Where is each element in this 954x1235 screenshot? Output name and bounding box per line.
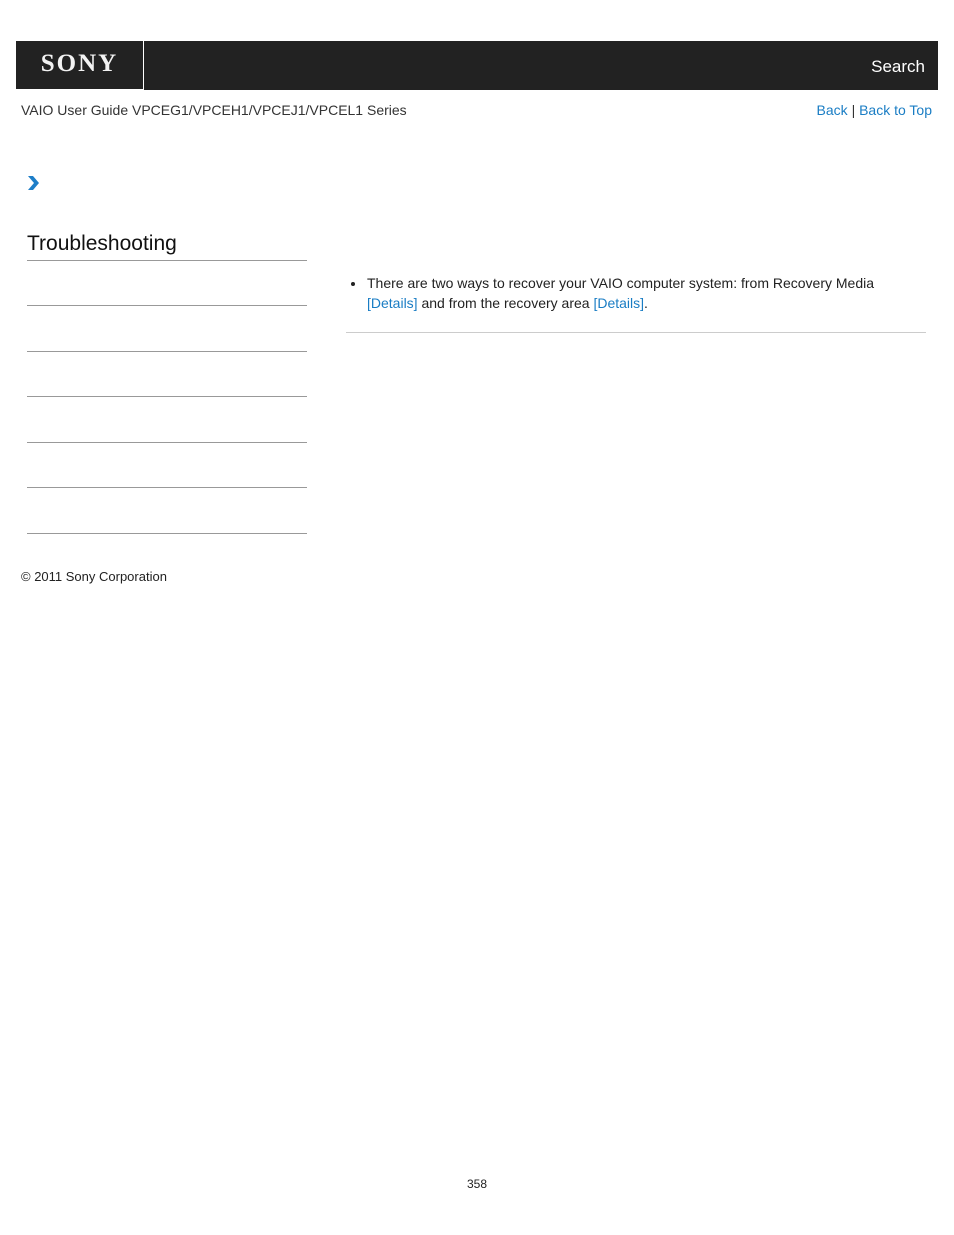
logo-text: SONY — [40, 50, 119, 77]
nav-links: Back | Back to Top — [817, 102, 932, 118]
section-title: Troubleshooting — [27, 232, 177, 255]
search-link[interactable]: Search — [871, 57, 925, 77]
back-to-top-link[interactable]: Back to Top — [859, 102, 932, 118]
sony-logo: SONY — [16, 41, 144, 90]
sidebar-item[interactable] — [27, 351, 307, 352]
sidebar-item[interactable] — [27, 533, 307, 534]
bullet-icon — [351, 282, 355, 286]
item-text: . — [644, 295, 648, 311]
copyright: © 2011 Sony Corporation — [21, 569, 167, 584]
sidebar-item[interactable] — [27, 305, 307, 306]
list-item: There are two ways to recover your VAIO … — [348, 273, 918, 313]
content-list: There are two ways to recover your VAIO … — [348, 273, 918, 313]
details-link-recovery-area[interactable]: [Details] — [593, 295, 644, 311]
content-divider — [346, 332, 926, 333]
sidebar-divider — [27, 260, 307, 261]
back-link[interactable]: Back — [817, 102, 848, 118]
header-bar: SONY Search — [16, 41, 938, 90]
item-text: There are two ways to recover your VAIO … — [367, 275, 875, 291]
details-link-recovery-media[interactable]: [Details] — [367, 295, 418, 311]
chevron-right-icon[interactable] — [26, 175, 40, 191]
page-number: 358 — [466, 1177, 488, 1191]
sidebar-item[interactable] — [27, 396, 307, 397]
sidebar-item[interactable] — [27, 442, 307, 443]
guide-title: VAIO User Guide VPCEG1/VPCEH1/VPCEJ1/VPC… — [21, 102, 407, 118]
sidebar-item[interactable] — [27, 487, 307, 488]
item-text: and from the recovery area — [417, 295, 594, 311]
nav-separator: | — [851, 102, 856, 118]
